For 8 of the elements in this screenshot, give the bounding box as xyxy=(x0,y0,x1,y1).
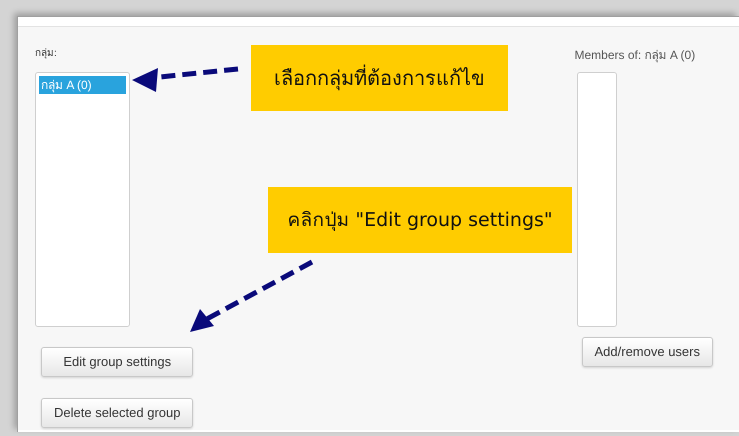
callout: เลือกกลุ่มที่ต้องการแก้ไข xyxy=(251,45,508,111)
button[interactable]: Add/remove users xyxy=(582,337,713,367)
callout: คลิกปุ่ม "Edit group settings" xyxy=(268,187,572,253)
button[interactable]: Delete selected group xyxy=(41,398,194,428)
groups-label: กลุ่ม: xyxy=(35,47,57,60)
members-listbox[interactable] xyxy=(576,72,616,327)
members-label: Members of: กลุ่ม A (0) xyxy=(574,47,696,60)
button[interactable]: Edit group settings xyxy=(41,347,194,377)
